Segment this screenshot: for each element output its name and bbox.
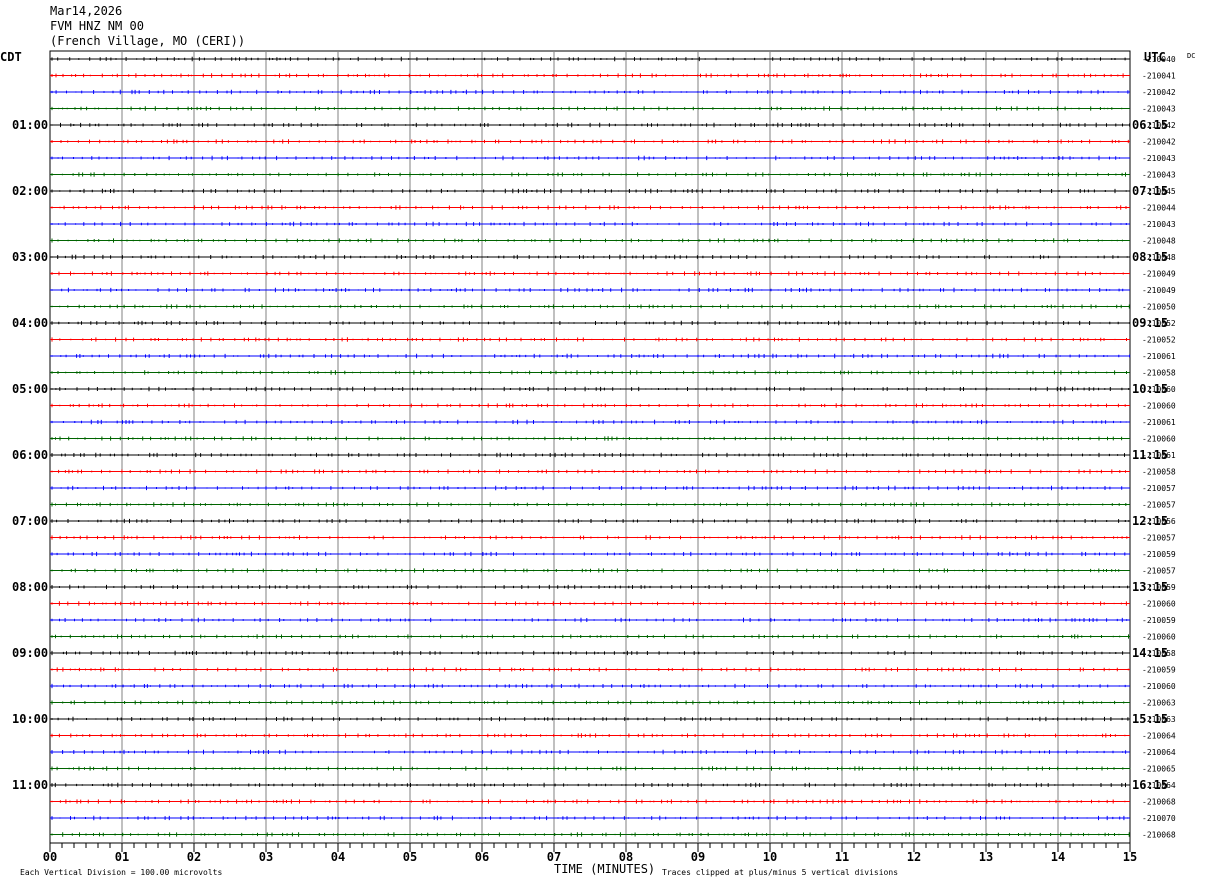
dc-offset-label: -210044	[1142, 204, 1176, 213]
cdt-hour-label: 06:00	[12, 448, 48, 462]
dc-offset-label: -210048	[1142, 237, 1176, 246]
x-tick-label: 09	[691, 850, 705, 864]
dc-offset-label: -210060	[1142, 402, 1176, 411]
dc-label: DC	[1187, 52, 1195, 60]
x-tick-label: 12	[907, 850, 921, 864]
x-tick-label: 15	[1123, 850, 1137, 864]
dc-offset-label: -210060	[1142, 682, 1176, 691]
dc-offset-label: -210059	[1142, 616, 1176, 625]
dc-offset-label: -210049	[1142, 286, 1176, 295]
utc-hour-label: 06:15	[1132, 118, 1168, 132]
dc-offset-label: -210063	[1142, 699, 1176, 708]
dc-offset-label: -210041	[1142, 72, 1176, 81]
utc-hour-label: 13:15	[1132, 580, 1168, 594]
dc-offset-label: -210057	[1142, 484, 1176, 493]
clip-note: Traces clipped at plus/minus 5 vertical …	[662, 868, 898, 877]
x-tick-label: 13	[979, 850, 993, 864]
cdt-hour-label: 05:00	[12, 382, 48, 396]
utc-hour-label: 07:15	[1132, 184, 1168, 198]
scale-note: Each Vertical Division = 100.00 microvol…	[20, 868, 222, 877]
dc-offset-label: -210049	[1142, 270, 1176, 279]
cdt-hour-label: 08:00	[12, 580, 48, 594]
cdt-hour-label: 07:00	[12, 514, 48, 528]
dc-offset-label: -210059	[1142, 550, 1176, 559]
x-tick-label: 03	[259, 850, 273, 864]
dc-offset-label: -210059	[1142, 666, 1176, 675]
utc-hour-label: 09:15	[1132, 316, 1168, 330]
dc-offset-label: -210057	[1142, 567, 1176, 576]
x-tick-label: 04	[331, 850, 345, 864]
helicorder-plot: CDT UTC DC Each Vertical Division = 100.…	[0, 50, 1195, 877]
x-tick-label: 06	[475, 850, 489, 864]
cdt-hour-label: 11:00	[12, 778, 48, 792]
plot-frame	[49, 50, 1131, 844]
x-tick-label: 01	[115, 850, 129, 864]
utc-hour-label: 11:15	[1132, 448, 1168, 462]
dc-offset-label: -210064	[1142, 748, 1176, 757]
x-tick-label: 08	[619, 850, 633, 864]
dc-offset-label: -210052	[1142, 336, 1176, 345]
cdt-hour-label: 04:00	[12, 316, 48, 330]
utc-hour-label: 10:15	[1132, 382, 1168, 396]
x-tick-label: 14	[1051, 850, 1065, 864]
dc-offset-label: -210057	[1142, 501, 1176, 510]
utc-hour-label: 16:15	[1132, 778, 1168, 792]
dc-offset-label: -210043	[1142, 154, 1176, 163]
dc-offset-label: -210070	[1142, 814, 1176, 823]
x-tick-label: 07	[547, 850, 561, 864]
x-tick-label: 00	[43, 850, 57, 864]
dc-offset-label: -210058	[1142, 468, 1176, 477]
dc-offset-label: -210060	[1142, 633, 1176, 642]
cdt-hour-label: 03:00	[12, 250, 48, 264]
dc-offset-label: -210042	[1142, 88, 1176, 97]
dc-offset-label: -210043	[1142, 105, 1176, 114]
left-timezone-label: CDT	[0, 50, 22, 64]
utc-hour-label: 12:15	[1132, 514, 1168, 528]
dc-offset-label: -210050	[1142, 303, 1176, 312]
dc-offset-label: -210057	[1142, 534, 1176, 543]
dc-offset-label: -210061	[1142, 418, 1176, 427]
x-tick-label: 05	[403, 850, 417, 864]
dc-offset-label: -210064	[1142, 732, 1176, 741]
x-tick-label: 02	[187, 850, 201, 864]
dc-offset-label: -210043	[1142, 220, 1176, 229]
cdt-hour-label: 09:00	[12, 646, 48, 660]
utc-hour-label: 15:15	[1132, 712, 1168, 726]
cdt-hour-label: 10:00	[12, 712, 48, 726]
dc-offset-label: -210061	[1142, 352, 1176, 361]
x-tick-label: 11	[835, 850, 849, 864]
utc-hour-label: 08:15	[1132, 250, 1168, 264]
dc-offset-label: -210042	[1142, 138, 1176, 147]
x-tick-label: 10	[763, 850, 777, 864]
utc-hour-label: 14:15	[1132, 646, 1168, 660]
dc-offset-label: -210068	[1142, 798, 1176, 807]
dc-offset-label: -210043	[1142, 171, 1176, 180]
cdt-hour-label: 01:00	[12, 118, 48, 132]
dc-offset-label: -210060	[1142, 435, 1176, 444]
x-axis-label: TIME (MINUTES)	[554, 862, 655, 876]
dc-offset-label: -210065	[1142, 765, 1176, 774]
dc-offset-label: -210068	[1142, 831, 1176, 840]
dc-offset-label: -210060	[1142, 600, 1176, 609]
dc-offset-label: -210040	[1142, 55, 1176, 64]
cdt-hour-label: 02:00	[12, 184, 48, 198]
dc-offset-label: -210058	[1142, 369, 1176, 378]
